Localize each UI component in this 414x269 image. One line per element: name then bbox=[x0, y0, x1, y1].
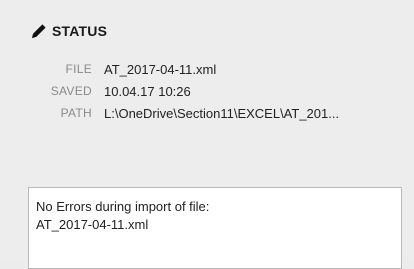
path-value: L:\OneDrive\Section11\EXCEL\AT_201... bbox=[104, 105, 340, 121]
saved-value: 10.04.17 10:26 bbox=[104, 83, 191, 99]
pencil-icon bbox=[30, 22, 48, 40]
path-label: PATH bbox=[60, 106, 92, 120]
file-info: FILE AT_2017-04-11.xml SAVED 10.04.17 10… bbox=[28, 58, 339, 124]
path-row: PATH L:\OneDrive\Section11\EXCEL\AT_201.… bbox=[28, 102, 340, 124]
import-messages-box[interactable]: No Errors during import of file: AT_2017… bbox=[28, 187, 402, 269]
file-label: FILE bbox=[65, 62, 92, 76]
status-panel: STATUS FILE AT_2017-04-11.xml SAVED 10.0… bbox=[0, 0, 414, 269]
saved-label: SAVED bbox=[50, 84, 92, 98]
file-row: FILE AT_2017-04-11.xml bbox=[28, 58, 339, 80]
status-header: STATUS bbox=[30, 20, 107, 42]
saved-row: SAVED 10.04.17 10:26 bbox=[28, 80, 339, 102]
file-value: AT_2017-04-11.xml bbox=[104, 61, 217, 77]
status-title: STATUS bbox=[52, 23, 108, 39]
